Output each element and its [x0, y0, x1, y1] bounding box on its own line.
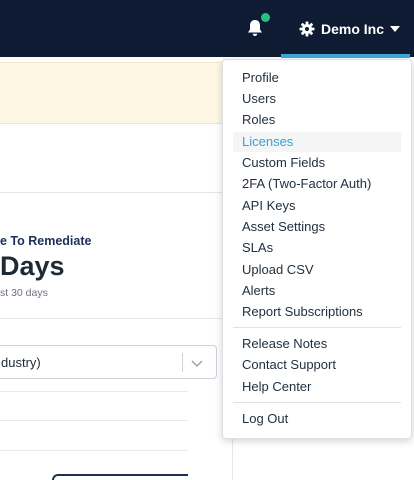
menu-item-asset-settings[interactable]: Asset Settings: [233, 217, 401, 237]
menu-item-contact-support[interactable]: Contact Support: [233, 355, 401, 375]
notification-badge: [261, 13, 270, 22]
menu-item-log-out[interactable]: Log Out: [233, 409, 401, 429]
chevron-down-icon: [191, 360, 203, 368]
chart-series-line: [52, 474, 188, 480]
divider: [0, 318, 222, 319]
chart-gridline: [0, 391, 188, 392]
divider: [0, 192, 222, 193]
metric-subtitle: st 30 days: [0, 287, 48, 299]
chart-gridline: [0, 450, 188, 451]
notice-banner: [0, 62, 240, 124]
active-nav-indicator: [281, 54, 410, 58]
menu-item-profile[interactable]: Profile: [233, 68, 401, 88]
metric-value: Days: [0, 251, 65, 281]
menu-item-report-subscriptions[interactable]: Report Subscriptions: [233, 302, 401, 322]
menu-item-licenses[interactable]: Licenses: [233, 132, 401, 152]
menu-item-help-center[interactable]: Help Center: [233, 377, 401, 397]
menu-item-upload-csv[interactable]: Upload CSV: [233, 260, 401, 280]
menu-item-alerts[interactable]: Alerts: [233, 281, 401, 301]
account-name: Demo Inc: [321, 20, 385, 37]
select-value: dustry): [1, 355, 41, 370]
menu-item-custom-fields[interactable]: Custom Fields: [233, 153, 401, 173]
menu-item-api-keys[interactable]: API Keys: [233, 196, 401, 216]
gear-icon: [299, 21, 315, 36]
menu-separator: [233, 402, 401, 403]
menu-separator: [233, 327, 401, 328]
select-divider: [182, 353, 183, 372]
account-dropdown-menu: Profile Users Roles Licenses Custom Fiel…: [222, 59, 412, 439]
chart-gridline: [0, 420, 188, 421]
menu-item-release-notes[interactable]: Release Notes: [233, 334, 401, 354]
industry-select[interactable]: dustry): [0, 345, 217, 379]
menu-item-2fa[interactable]: 2FA (Two-Factor Auth): [233, 174, 401, 194]
menu-item-users[interactable]: Users: [233, 89, 401, 109]
account-menu-button[interactable]: Demo Inc: [281, 0, 410, 57]
menu-item-roles[interactable]: Roles: [233, 110, 401, 130]
menu-item-slas[interactable]: SLAs: [233, 238, 401, 258]
caret-down-icon: [390, 25, 401, 32]
metric-title: e To Remediate: [0, 234, 92, 248]
